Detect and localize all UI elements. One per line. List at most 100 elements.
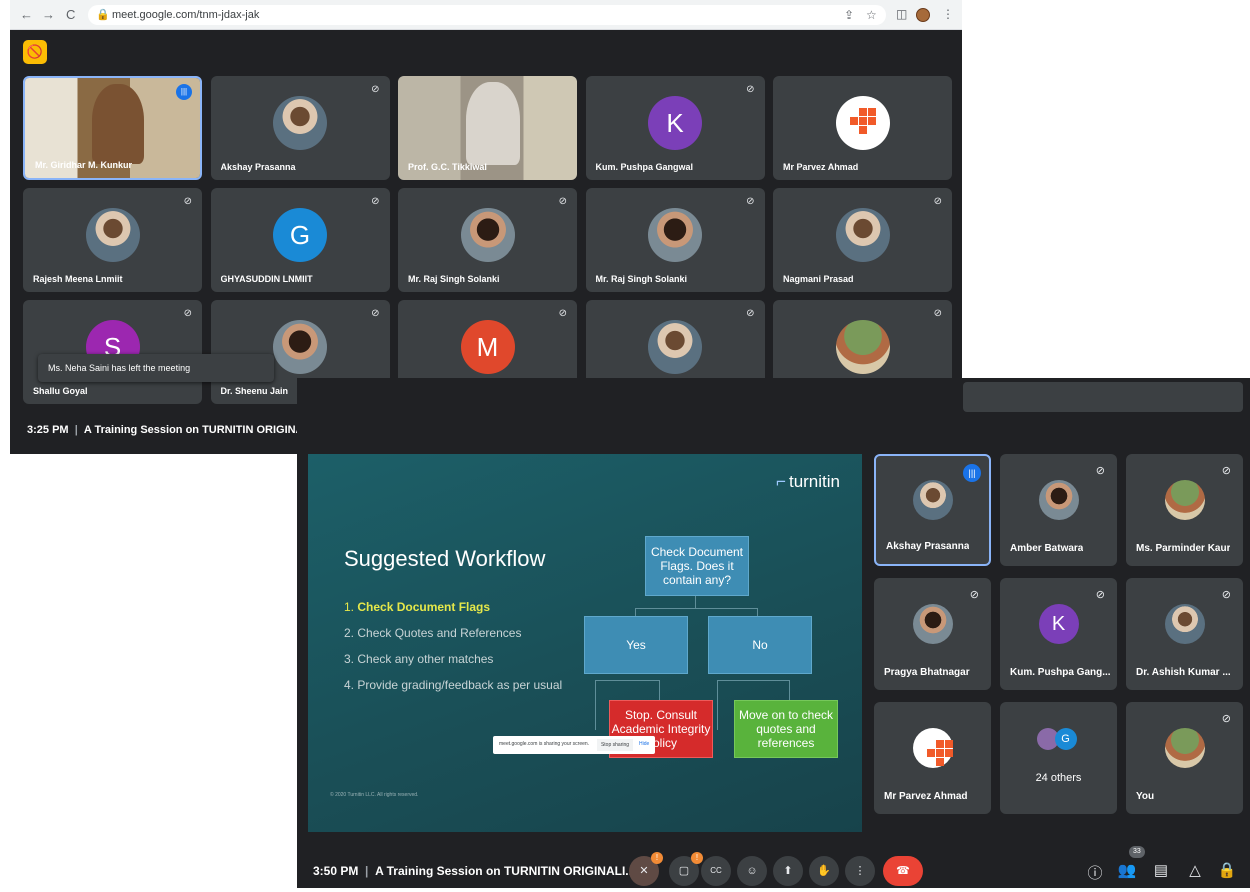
more-options-button[interactable]: ⋮ — [845, 856, 875, 886]
avatar — [1038, 480, 1079, 520]
share-status-text: meet.google.com is sharing your screen. — [499, 741, 590, 747]
people-count: 33 — [1129, 846, 1145, 858]
participant-tile[interactable]: Nagmani Prasad ⊘ — [773, 188, 952, 292]
turnitin-mark-icon: ⌐ — [776, 472, 786, 491]
info-icon[interactable]: ⓘ — [1085, 862, 1105, 883]
avatar — [648, 208, 702, 262]
slide-copyright: © 2020 Turnitin LLC. All rights reserved… — [330, 792, 419, 798]
back-icon[interactable]: ← — [20, 7, 33, 22]
workflow-item-text: Check Quotes and References — [357, 626, 522, 640]
chat-icon[interactable]: ▤ — [1151, 861, 1171, 879]
participant-tile[interactable]: You ⊘ — [1126, 702, 1243, 814]
turnitin-logo-text: turnitin — [788, 472, 840, 491]
logo-square — [935, 740, 944, 748]
participant-tile[interactable]: Mr. Giridhar M. Kunkur ||| — [23, 76, 202, 180]
emoji-button[interactable]: ☺ — [737, 856, 767, 886]
participant-name: Mr Parvez Ahmad — [783, 162, 859, 172]
participant-tile[interactable]: Mr Parvez Ahmad — [773, 76, 952, 180]
logo-square — [858, 117, 867, 125]
participant-tile[interactable]: Pragya Bhatnagar ⊘ — [874, 578, 991, 690]
participant-tile[interactable]: Ms. Parminder Kaur ⊘ — [1126, 454, 1243, 566]
participant-name: Akshay Prasanna — [220, 162, 296, 172]
mic-off-icon: ⊘ — [1221, 713, 1231, 725]
participant-tile[interactable]: Mr Parvez Ahmad — [874, 702, 991, 814]
participant-tile[interactable]: Akshay Prasanna ⊘ — [210, 76, 390, 180]
menu-icon[interactable]: ⋮ — [942, 7, 954, 21]
present-button[interactable]: ⬆ — [773, 856, 803, 886]
address-bar-url[interactable]: meet.google.com/tnm-jdax-jak — [112, 9, 259, 21]
present-icon: ⬆ — [783, 865, 793, 877]
slide-title: Suggested Workflow — [344, 546, 546, 571]
forward-icon[interactable]: → — [42, 7, 55, 22]
participant-name: Dr. Ashish Kumar ... — [1136, 667, 1231, 678]
logo-icon — [926, 740, 953, 770]
star-icon[interactable]: ☆ — [866, 8, 877, 22]
people-icon[interactable]: 👥 — [1117, 861, 1137, 879]
host-controls-icon[interactable]: 🔒 — [1217, 861, 1237, 879]
participant-tile[interactable]: Prof. G.C. Tikkiwal — [398, 76, 577, 180]
mic-off-icon: ⊘ — [933, 308, 942, 319]
camera-off-icon[interactable]: 🚫 — [23, 40, 47, 64]
participant-tile[interactable]: G 24 others — [1000, 702, 1117, 814]
meeting-time: 3:25 PM | A Training Session on TURNITIN… — [27, 424, 328, 436]
hangup-icon: ☎ — [896, 865, 910, 877]
flow-connector — [595, 680, 596, 730]
avatar — [1164, 728, 1205, 768]
workflow-item: 1. Check Document Flags — [344, 600, 584, 614]
avatar: G — [273, 208, 327, 262]
participant-tile[interactable]: G GHYASUDDIN LNMIIT ⊘ — [210, 188, 390, 292]
more-icon: ⋮ — [854, 865, 866, 877]
mic-off-icon: ⊘ — [1221, 465, 1231, 477]
participant-tile[interactable]: S Shallu Goyal ⊘ — [23, 300, 202, 404]
address-bar[interactable]: 🔒 meet.google.com/tnm-jdax-jak ⇪ ☆ — [88, 5, 886, 25]
mic-off-icon: ⊘ — [933, 196, 942, 207]
emoji-icon: ☺ — [746, 865, 758, 877]
mic-off-icon: ⊘ — [1221, 589, 1231, 601]
lock-icon: 🔒 — [96, 9, 110, 21]
mic-off-icon: ⊘ — [371, 196, 380, 207]
leave-call-button[interactable]: ☎ — [883, 856, 923, 886]
participant-tile[interactable]: K Kum. Pushpa Gangwal ⊘ — [585, 76, 765, 180]
stop-sharing-button[interactable]: Stop sharing — [597, 739, 633, 751]
avatar — [912, 480, 953, 520]
camera-toggle-button[interactable]: ▢! — [669, 852, 703, 886]
participant-tile[interactable]: Mr. Raj Singh Solanki ⊘ — [398, 188, 577, 292]
speaking-indicator-icon: ||| — [176, 84, 192, 100]
left-meeting-toast: Ms. Neha Saini has left the meeting — [38, 354, 274, 382]
participant-face — [466, 82, 520, 166]
workflow-list: 1. Check Document Flags 2. Check Quotes a… — [344, 600, 584, 704]
logo-square — [849, 117, 858, 125]
participant-tile[interactable]: Amber Batwara ⊘ — [1000, 454, 1117, 566]
logo-square — [944, 749, 953, 757]
participant-tile[interactable]: Dr. Ashish Kumar ... ⊘ — [1126, 578, 1243, 690]
participant-tile[interactable]: K Kum. Pushpa Gang... ⊘ — [1000, 578, 1117, 690]
meet-window-2: ⌐ turnitin Suggested Workflow 1. Check Do… — [297, 378, 1250, 888]
participant-tile[interactable]: Akshay Prasanna ||| — [874, 454, 991, 566]
profile-avatar[interactable] — [916, 8, 930, 22]
workflow-item-number: 3. — [344, 652, 355, 666]
participant-name: Mr. Raj Singh Solanki — [595, 274, 688, 284]
avatar-logo — [912, 728, 953, 770]
raise-hand-button[interactable]: ✋ — [809, 856, 839, 886]
logo-square — [944, 740, 953, 748]
participant-tile[interactable]: Mr. Raj Singh Solanki ⊘ — [585, 188, 765, 292]
share-icon[interactable]: ⇪ — [844, 8, 854, 22]
hide-share-bar-link[interactable]: Hide — [639, 741, 649, 747]
logo-square — [867, 117, 876, 125]
sidepanel-icon[interactable]: ◫ — [896, 7, 907, 21]
warning-badge: ! — [651, 852, 663, 864]
participant-tile[interactable]: Rajesh Meena Lnmiit ⊘ — [23, 188, 202, 292]
others-avatars: G — [1036, 728, 1081, 750]
captions-button[interactable]: CC — [701, 856, 731, 886]
reload-icon[interactable]: C — [66, 7, 75, 22]
workflow-item-text: Provide grading/feedback as per usual — [357, 678, 563, 692]
flow-connector — [717, 680, 789, 681]
participant-name: Dr. Sheenu Jain — [220, 386, 289, 396]
mic-off-icon: ✕ — [639, 865, 649, 877]
mic-off-icon: ⊘ — [1095, 465, 1105, 477]
mic-toggle-button[interactable]: ✕! — [629, 852, 663, 886]
avatar — [1164, 480, 1205, 520]
workflow-item: 2. Check Quotes and References — [344, 626, 584, 640]
avatar — [835, 208, 890, 262]
activities-icon[interactable]: △ — [1185, 861, 1205, 879]
